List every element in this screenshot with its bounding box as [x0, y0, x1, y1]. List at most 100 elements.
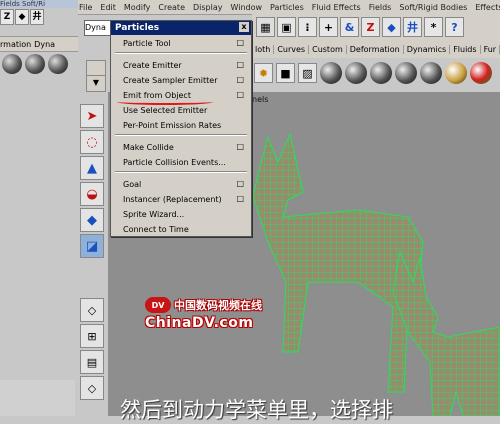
shelf-tab[interactable]: rmation: [0, 40, 31, 49]
z-icon[interactable]: Z: [361, 17, 380, 37]
menu-item-use-selected-emitter[interactable]: Use Selected Emitter: [123, 106, 207, 115]
menu-soft-rigid-bodies[interactable]: Soft/Rigid Bodies: [395, 3, 471, 12]
sphere-icon[interactable]: [345, 62, 367, 84]
main-menu-bar: File Edit Modify Create Display Window Particl…: [75, 0, 500, 15]
select-icon[interactable]: ▦: [256, 17, 275, 37]
layout-single-icon[interactable]: ◇: [80, 298, 104, 322]
option-box-icon[interactable]: □: [236, 60, 244, 69]
panels-menu-fragment[interactable]: nels: [252, 95, 268, 104]
layout-persp-icon[interactable]: ◇: [80, 376, 104, 400]
scale-icon[interactable]: ◆: [80, 208, 104, 232]
plus-icon[interactable]: +: [319, 17, 338, 37]
menu-separator: [115, 171, 247, 173]
watermark-cn-text: 中国数码视频在线: [174, 299, 262, 312]
sphere-color-icon[interactable]: [470, 62, 492, 84]
menu-separator: [115, 134, 247, 136]
menu-item-per-point-emission-rates[interactable]: Per-Point Emission Rates: [123, 121, 221, 130]
lattice-icon[interactable]: ▨: [298, 63, 317, 83]
menu-file[interactable]: File: [75, 3, 96, 12]
help-icon[interactable]: ?: [445, 17, 464, 37]
shelf-icons: ✹ ■ ▨: [252, 58, 500, 88]
icon-button[interactable]: ◆: [15, 9, 29, 25]
shelf-tab-dynamics[interactable]: Dynamics: [404, 44, 451, 54]
background-shelf-spheres: [2, 54, 68, 74]
sphere-icon[interactable]: [320, 62, 342, 84]
shelf-tab-custom[interactable]: Custom: [309, 44, 347, 54]
watermark-en-text: ChinaDV.com: [145, 315, 254, 331]
menu-item-particle-collision-events[interactable]: Particle Collision Events...: [123, 158, 226, 167]
layout-split-icon[interactable]: ▤: [80, 350, 104, 374]
sphere-icon[interactable]: [370, 62, 392, 84]
grid-icon[interactable]: 井: [403, 17, 422, 37]
menu-item-create-sampler-emitter[interactable]: Create Sampler Emitter: [123, 76, 218, 85]
red-annotation-underline: [117, 99, 213, 105]
bottom-left-panel: [0, 380, 75, 416]
background-window-menu-fragment: Fields Soft/Ri: [0, 0, 78, 8]
watermark: DV 中国数码视频在线 ChinaDV.com: [145, 297, 285, 343]
option-box-icon[interactable]: □: [236, 90, 244, 99]
ampersand-icon[interactable]: &: [340, 17, 359, 37]
light-icon[interactable]: ✹: [254, 63, 273, 83]
layout-four-icon[interactable]: ⊞: [80, 324, 104, 348]
particles-menu: Particles x Particle Tool □ Create Emitt…: [110, 20, 252, 237]
menu-create[interactable]: Create: [154, 3, 189, 12]
sphere-icon[interactable]: [420, 62, 442, 84]
sphere-icon[interactable]: [2, 54, 22, 74]
option-box-icon[interactable]: □: [236, 194, 244, 203]
menu-item-create-emitter[interactable]: Create Emitter: [123, 61, 182, 70]
select-arrow-icon[interactable]: ➤: [80, 104, 104, 128]
icon-button[interactable]: 井: [30, 9, 44, 25]
video-subtitle: 然后到动力学菜单里，选择排: [120, 398, 393, 422]
menu-item-instancer[interactable]: Instancer (Replacement): [123, 195, 222, 204]
sphere-icon[interactable]: [25, 54, 45, 74]
shelf-tab[interactable]: Dyna: [34, 40, 55, 49]
shelf-tab-fluids[interactable]: Fluids: [450, 44, 481, 54]
option-box-icon[interactable]: □: [236, 75, 244, 84]
menu-set-dropdown[interactable]: ▼: [86, 60, 106, 92]
sphere-gold-icon[interactable]: [445, 62, 467, 84]
shelf-tab-fur[interactable]: Fur: [481, 44, 500, 54]
shelf-tab-bar: loth Curves Custom Deformation Dynamics …: [252, 40, 500, 59]
menu-item-particle-tool[interactable]: Particle Tool: [123, 39, 171, 48]
close-icon[interactable]: x: [239, 22, 249, 32]
option-box-icon[interactable]: □: [236, 142, 244, 151]
menu-effects[interactable]: Effects: [471, 3, 500, 12]
icon-button[interactable]: Z: [0, 9, 14, 25]
menu-set-field[interactable]: Dyna: [84, 20, 112, 36]
option-box-icon[interactable]: □: [236, 38, 244, 47]
menu-fields[interactable]: Fields: [365, 3, 396, 12]
shelf-tab-cloth[interactable]: loth: [252, 44, 275, 54]
camera-icon[interactable]: ■: [276, 63, 295, 83]
watermark-logo: DV: [145, 297, 171, 313]
menu-window[interactable]: Window: [227, 3, 267, 12]
background-window-icon-row: Z ◆ 井: [0, 9, 45, 25]
background-shelf-tabs: rmation Dyna: [0, 36, 78, 52]
separator-icon: ⁝: [298, 17, 317, 37]
lasso-icon[interactable]: ◌: [80, 130, 104, 154]
menu-particles[interactable]: Particles: [266, 3, 308, 12]
menu-item-make-collide[interactable]: Make Collide: [123, 143, 174, 152]
menu-edit[interactable]: Edit: [96, 3, 120, 12]
menu-separator: [115, 52, 247, 54]
shelf-tab-curves[interactable]: Curves: [274, 44, 310, 54]
menu-title-text: Particles: [115, 23, 160, 33]
menu-modify[interactable]: Modify: [120, 3, 155, 12]
option-box-icon[interactable]: □: [236, 179, 244, 188]
menu-display[interactable]: Display: [189, 3, 227, 12]
sphere-icon[interactable]: [48, 54, 68, 74]
asterisk-icon[interactable]: *: [424, 17, 443, 37]
menu-item-goal[interactable]: Goal: [123, 180, 141, 189]
menu-fluid-effects[interactable]: Fluid Effects: [308, 3, 365, 12]
particles-menu-title: Particles x: [111, 21, 251, 35]
move-icon[interactable]: ▲: [80, 156, 104, 180]
shelf-tab-deformation[interactable]: Deformation: [347, 44, 404, 54]
menu-item-connect-to-time[interactable]: Connect to Time: [123, 225, 189, 234]
tool-box: ➤ ◌ ▲ ◒ ◆ ◪ ◇ ⊞ ▤ ◇: [78, 96, 106, 416]
rotate-icon[interactable]: ◒: [80, 182, 104, 206]
manipulator-icon[interactable]: ◪: [80, 234, 104, 258]
diamond-icon[interactable]: ◆: [382, 17, 401, 37]
menu-item-sprite-wizard[interactable]: Sprite Wizard...: [123, 210, 184, 219]
sphere-icon[interactable]: [395, 62, 417, 84]
status-line: ▦ ▣ ⁝ + & Z ◆ 井 * ?: [252, 14, 500, 41]
snap-icon[interactable]: ▣: [277, 17, 296, 37]
